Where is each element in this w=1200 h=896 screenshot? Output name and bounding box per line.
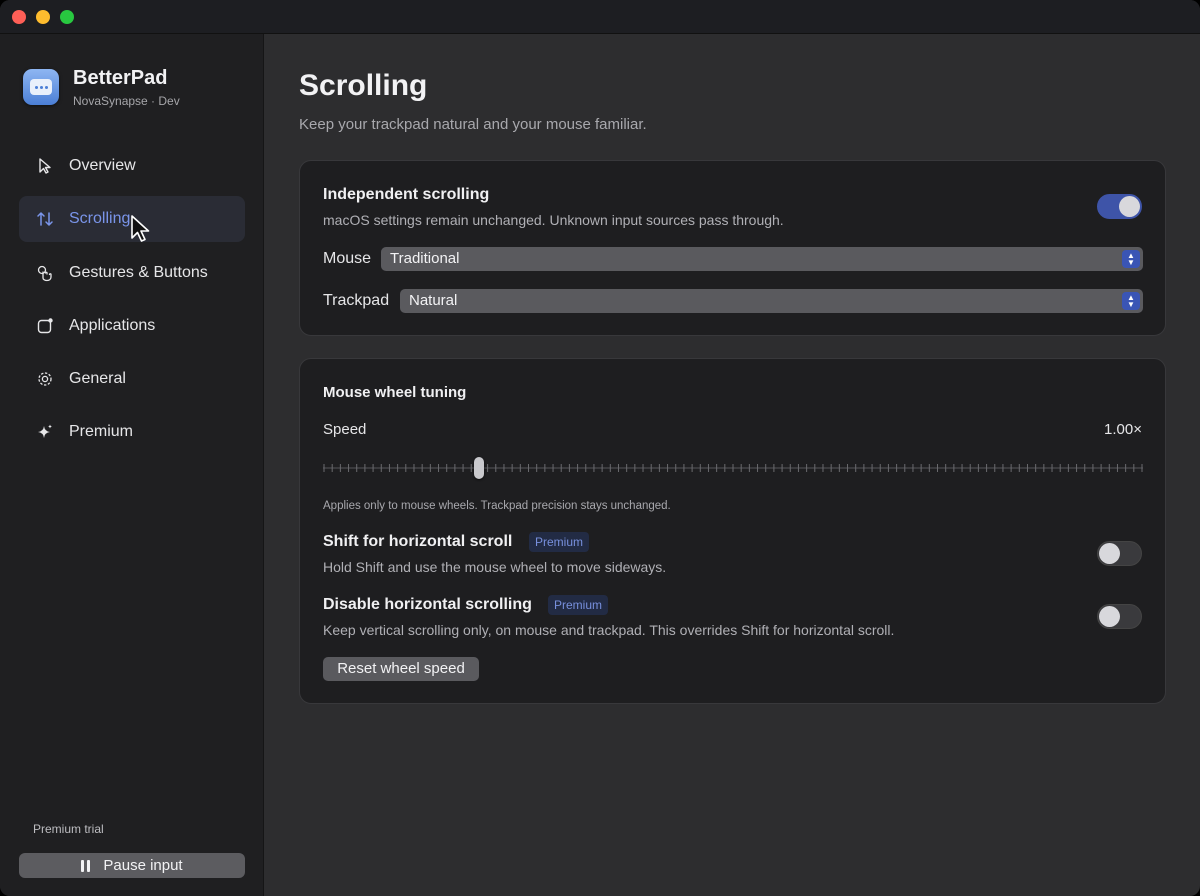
toggle-knob xyxy=(1119,196,1140,217)
premium-badge: Premium xyxy=(529,532,590,552)
page-title: Scrolling xyxy=(299,69,428,102)
title-bar xyxy=(0,0,1200,34)
toggle-knob xyxy=(1099,606,1120,627)
trackpad-direction-select[interactable]: Natural ▲ ▼ xyxy=(400,289,1143,313)
sidebar-item-label: Overview xyxy=(69,157,136,174)
pointer-icon xyxy=(35,156,55,176)
gear-icon xyxy=(35,369,55,389)
close-window-button[interactable] xyxy=(12,10,26,24)
sidebar-item-premium[interactable]: Premium xyxy=(19,409,245,455)
sidebar-item-general[interactable]: General xyxy=(19,356,245,402)
mouse-label: Mouse xyxy=(323,250,372,267)
shift-horizontal-toggle[interactable] xyxy=(1097,541,1142,566)
speed-value: 1.00× xyxy=(1104,421,1142,438)
trackpad-direction-value: Natural xyxy=(409,292,458,309)
sidebar-item-applications[interactable]: Applications xyxy=(19,303,245,349)
mouse-direction-select[interactable]: Traditional ▲ ▼ xyxy=(381,247,1143,271)
chevron-updown-icon: ▲ ▼ xyxy=(1122,250,1140,268)
premium-trial-label: Premium trial xyxy=(33,822,104,836)
mouse-wheel-tuning-card: Mouse wheel tuning Speed 1.00× Applies o… xyxy=(299,358,1166,704)
main-content: Scrolling Keep your trackpad natural and… xyxy=(264,34,1200,896)
pause-input-label: Pause input xyxy=(103,857,183,874)
pause-input-button[interactable]: Pause input xyxy=(19,853,245,878)
speed-label: Speed xyxy=(323,421,367,438)
disable-horizontal-title: Disable horizontal scrolling xyxy=(323,596,532,613)
hand-tap-icon xyxy=(35,263,55,283)
app-subtitle: NovaSynapse · Dev xyxy=(73,94,180,108)
mouse-cursor-icon xyxy=(131,215,150,242)
chevron-updown-icon: ▲ ▼ xyxy=(1122,292,1140,310)
speed-slider[interactable] xyxy=(323,457,1143,479)
sidebar-item-label: General xyxy=(69,370,126,387)
independent-scrolling-card: Independent scrolling macOS settings rem… xyxy=(299,160,1166,336)
minimize-window-button[interactable] xyxy=(36,10,50,24)
app-window-icon xyxy=(35,316,55,336)
app-name: BetterPad xyxy=(73,67,168,89)
shift-horizontal-title: Shift for horizontal scroll xyxy=(323,533,513,550)
pause-icon xyxy=(81,859,93,872)
sidebar-item-overview[interactable]: Overview xyxy=(19,143,245,189)
independent-scrolling-toggle[interactable] xyxy=(1097,194,1142,219)
app-logo-icon xyxy=(23,69,59,105)
premium-badge: Premium xyxy=(548,595,609,615)
page-subtitle: Keep your trackpad natural and your mous… xyxy=(299,116,647,133)
app-window: BetterPad NovaSynapse · Dev Overview Scr… xyxy=(0,0,1200,896)
reset-wheel-speed-button[interactable]: Reset wheel speed xyxy=(323,657,479,681)
sidebar-item-label: Gestures & Buttons xyxy=(69,264,208,281)
sidebar-item-label: Scrolling xyxy=(69,210,131,227)
mouse-direction-value: Traditional xyxy=(390,250,460,267)
sidebar: BetterPad NovaSynapse · Dev Overview Scr… xyxy=(0,34,264,896)
arrows-updown-icon xyxy=(35,209,55,229)
mouse-wheel-tuning-title: Mouse wheel tuning xyxy=(323,384,467,401)
shift-horizontal-desc: Hold Shift and use the mouse wheel to mo… xyxy=(323,559,667,575)
sidebar-item-label: Premium xyxy=(69,423,134,440)
independent-scrolling-desc: macOS settings remain unchanged. Unknown… xyxy=(323,212,784,228)
slider-ticks xyxy=(323,464,1143,472)
disable-horizontal-toggle[interactable] xyxy=(1097,604,1142,629)
trackpad-label: Trackpad xyxy=(323,292,390,309)
independent-scrolling-title: Independent scrolling xyxy=(323,186,490,203)
zoom-window-button[interactable] xyxy=(60,10,74,24)
toggle-knob xyxy=(1099,543,1120,564)
sparkle-icon xyxy=(35,422,55,442)
wheel-speed-note: Applies only to mouse wheels. Trackpad p… xyxy=(323,500,671,512)
sidebar-item-label: Applications xyxy=(69,317,156,334)
slider-thumb[interactable] xyxy=(473,457,484,479)
disable-horizontal-desc: Keep vertical scrolling only, on mouse a… xyxy=(323,622,895,638)
sidebar-item-gestures-buttons[interactable]: Gestures & Buttons xyxy=(19,250,245,296)
